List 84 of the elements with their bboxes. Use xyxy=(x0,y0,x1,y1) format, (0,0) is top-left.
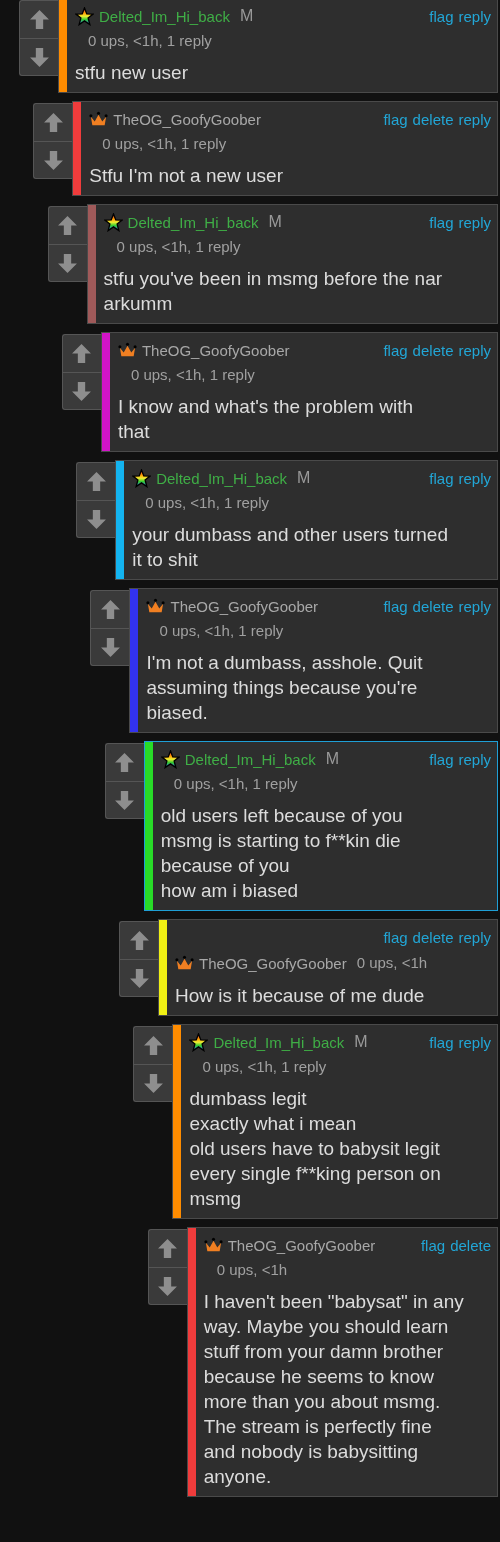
action-link[interactable]: flag xyxy=(429,1033,454,1051)
action-link[interactable]: delete xyxy=(412,928,454,946)
action-link[interactable]: flag xyxy=(429,213,454,231)
comment-meta: 0 ups, <1h, 1 reply xyxy=(87,31,213,51)
action-link[interactable]: reply xyxy=(458,597,491,615)
up-arrow-icon xyxy=(71,343,93,364)
mod-tag: M xyxy=(325,750,339,768)
up-arrow-icon xyxy=(57,215,79,236)
username-link[interactable]: Delted_Im_Hi_back xyxy=(127,213,259,231)
username-link[interactable]: TheOG_GoofyGoober xyxy=(141,341,290,359)
comment-text: I'm not a dumbass, asshole. Quit assuming things because you're biased. xyxy=(146,651,424,725)
comment-text: Stfu I'm not a new user xyxy=(89,164,285,188)
comment-meta: 0 ups, <1h, 1 reply xyxy=(144,493,271,513)
star-icon xyxy=(103,212,123,232)
down-arrow-icon xyxy=(128,967,150,989)
action-link[interactable]: reply xyxy=(458,928,491,946)
action-link[interactable]: reply xyxy=(458,469,491,487)
action-link[interactable]: delete xyxy=(412,110,454,128)
action-link[interactable]: reply xyxy=(458,1033,491,1051)
down-arrow-icon xyxy=(100,636,121,658)
star-icon xyxy=(160,749,180,769)
username-link[interactable]: TheOG_GoofyGoober xyxy=(170,597,319,615)
down-arrow-icon xyxy=(71,380,93,402)
up-arrow-icon xyxy=(142,1035,164,1056)
up-arrow-icon xyxy=(157,1238,179,1259)
action-link[interactable]: reply xyxy=(458,213,491,231)
up-arrow-icon xyxy=(28,9,50,30)
username-link[interactable]: TheOG_GoofyGoober xyxy=(227,1236,376,1254)
action-link[interactable]: flag xyxy=(429,469,454,487)
action-link[interactable]: reply xyxy=(458,341,491,359)
comment-meta: 0 ups, <1h, 1 reply xyxy=(201,1057,328,1077)
down-arrow-icon xyxy=(85,508,107,530)
comment-meta: 0 ups, <1h xyxy=(355,953,428,973)
up-arrow-icon xyxy=(128,930,150,951)
comment-text: I haven't been "babysat" in any way. Maybe you should learn stuff from your damn brother because he seems to know more than you about msmg. The stream is perfectly fine and nobody is babysitting anyone. xyxy=(203,1290,465,1489)
action-link[interactable]: reply xyxy=(458,7,491,25)
comment-text: dumbass legit exactly what i mean old users have to babysit legit every single f**king person on msmg xyxy=(189,1087,442,1211)
action-link[interactable]: delete xyxy=(412,597,454,615)
up-arrow-icon xyxy=(85,471,107,492)
comment-text: your dumbass and other users turned it to shit xyxy=(132,523,449,572)
comment-meta: 0 ups, <1h, 1 reply xyxy=(129,365,256,385)
star-icon xyxy=(132,468,152,488)
star-icon xyxy=(189,1032,209,1052)
username-link[interactable]: Delted_Im_Hi_back xyxy=(156,469,288,487)
comment-text: How is it because of me dude xyxy=(175,984,426,1008)
action-link[interactable]: flag xyxy=(383,341,408,359)
action-link[interactable]: reply xyxy=(458,110,491,128)
mod-tag: M xyxy=(354,1033,368,1051)
action-link[interactable]: flag xyxy=(383,597,408,615)
action-link[interactable]: flag xyxy=(383,110,408,128)
action-link[interactable]: flag xyxy=(429,7,454,25)
comment-text: stfu new user xyxy=(75,61,189,85)
action-link[interactable]: flag xyxy=(383,928,408,946)
username-link[interactable]: Delted_Im_Hi_back xyxy=(99,7,230,25)
action-link[interactable]: delete xyxy=(412,341,454,359)
comment-meta: 0 ups, <1h, 1 reply xyxy=(172,774,299,794)
up-arrow-icon xyxy=(100,599,121,620)
down-arrow-icon xyxy=(114,789,136,811)
mod-tag: M xyxy=(297,469,311,487)
action-link[interactable]: flag xyxy=(429,750,454,768)
star-icon xyxy=(75,6,94,26)
down-arrow-icon xyxy=(42,149,64,171)
comment-meta: 0 ups, <1h xyxy=(215,1260,289,1280)
down-arrow-icon xyxy=(28,46,50,68)
up-arrow-icon xyxy=(42,112,64,133)
comment-meta: 0 ups, <1h, 1 reply xyxy=(158,621,285,641)
action-link[interactable]: flag xyxy=(420,1236,446,1254)
mod-tag: M xyxy=(268,213,282,231)
username-link[interactable]: TheOG_GoofyGoober xyxy=(113,110,261,128)
username-link[interactable]: Delted_Im_Hi_back xyxy=(184,750,316,768)
comment-meta: 0 ups, <1h, 1 reply xyxy=(115,237,242,257)
comment-meta: 0 ups, <1h, 1 reply xyxy=(101,134,228,154)
comment-text: I know and what's the problem with that xyxy=(117,395,414,444)
down-arrow-icon xyxy=(57,252,79,274)
down-arrow-icon xyxy=(157,1275,179,1297)
down-arrow-icon xyxy=(142,1072,164,1094)
comment-text: old users left because of you msmg is starting to f**kin die because of you how am i biased xyxy=(160,804,404,903)
up-arrow-icon xyxy=(114,752,136,773)
mod-tag: M xyxy=(239,7,254,25)
comment-text: stfu you've been in msmg before the nar arkumm xyxy=(103,267,444,316)
username-link[interactable]: Delted_Im_Hi_back xyxy=(213,1033,345,1051)
action-link[interactable]: reply xyxy=(458,750,491,768)
username-link[interactable]: TheOG_GoofyGoober xyxy=(199,954,347,972)
action-link[interactable]: delete xyxy=(450,1236,491,1254)
